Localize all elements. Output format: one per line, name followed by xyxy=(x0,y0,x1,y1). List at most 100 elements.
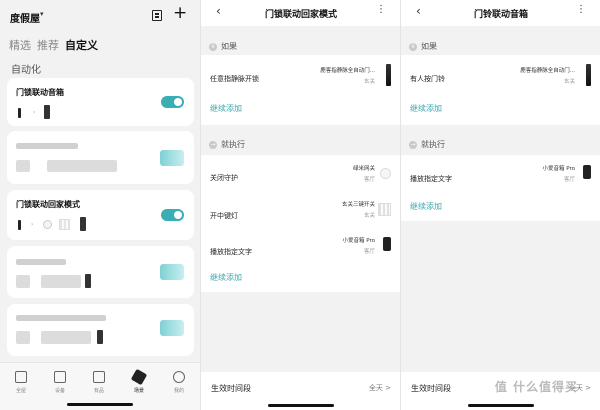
home-header: 度假屋 ▾ + xyxy=(0,0,200,30)
then-heading: → 就执行 xyxy=(409,139,445,150)
action-label: 播放指定文字 xyxy=(410,175,452,183)
action-label: 开中键灯 xyxy=(210,212,238,220)
action-room: 客厅 xyxy=(363,177,375,183)
automation-title: 门锁联动音箱 xyxy=(16,88,64,97)
then-label: 就执行 xyxy=(221,140,245,149)
action-room: 客厅 xyxy=(563,177,575,183)
automation-toggle[interactable] xyxy=(161,96,184,108)
action-device: 小爱音箱 Pro xyxy=(542,166,575,172)
blurred-device xyxy=(47,160,117,172)
scene-header: ‹ 门铃联动音箱 ⋮ xyxy=(401,0,600,26)
automation-toggle[interactable] xyxy=(161,209,184,221)
lock-device-icon xyxy=(18,108,21,118)
action-device: 小爱音箱 Pro xyxy=(342,238,375,244)
action-icon: → xyxy=(209,140,217,149)
watermark: 值 什么值得买 xyxy=(494,380,578,394)
scene-detail-panel: ‹ 门锁联动回家模式 ⋮ ii 如果 任意指静脉开锁 鹿客指静脉全自动门... … xyxy=(200,0,400,410)
home-name[interactable]: 度假屋 xyxy=(10,10,40,25)
home-switch-caret-icon[interactable]: ▾ xyxy=(40,10,44,18)
add-condition-button[interactable]: 继续添加 xyxy=(410,103,442,114)
automation-card[interactable] xyxy=(7,304,194,356)
tab-custom[interactable]: 自定义 xyxy=(65,37,98,53)
arrow-icon: › xyxy=(31,221,34,228)
speaker-device-icon xyxy=(97,330,103,344)
add-condition-button[interactable]: 继续添加 xyxy=(210,103,242,114)
scene-title: 门锁联动回家模式 xyxy=(264,10,337,20)
action-room: 客厅 xyxy=(363,249,375,255)
gateway-device-icon xyxy=(43,220,52,229)
device-icon xyxy=(54,371,66,383)
action-label: 播放指定文字 xyxy=(210,248,252,256)
nav-youpin[interactable]: 有品 xyxy=(84,371,114,394)
nav-label: 我的 xyxy=(173,388,184,394)
tab-recommended[interactable]: 推荐 xyxy=(37,37,59,53)
home-indicator xyxy=(468,404,534,407)
action-row[interactable]: 播放指定文字 小爱音箱 Pro 客厅 xyxy=(201,229,400,265)
add-action-button[interactable]: 继续添加 xyxy=(210,272,242,283)
home-panel: 度假屋 ▾ + 精选 推荐 自定义 自动化 门锁联动音箱 › 门锁联动回家模式 … xyxy=(0,0,200,410)
action-room: 玄关 xyxy=(363,213,375,219)
condition-room: 玄关 xyxy=(363,79,375,85)
nav-label: 设备 xyxy=(54,388,65,394)
effective-time-label: 生效时间段 xyxy=(411,384,451,393)
automation-toggle[interactable] xyxy=(160,150,184,166)
speaker-device-icon xyxy=(80,217,86,231)
more-icon[interactable]: ⋮ xyxy=(576,4,586,15)
automation-toggle[interactable] xyxy=(160,264,184,280)
scene-title: 门铃联动音箱 xyxy=(473,10,528,20)
then-card: 关闭守护 绿米网关 客厅 开中键灯 玄关三键开关 玄关 播放指定文字 小爱音箱 … xyxy=(201,155,400,292)
automation-title: 门锁联动回家模式 xyxy=(16,200,80,209)
bottom-nav: 全屋 设备 有品 场景 我的 xyxy=(0,362,200,410)
add-action-button[interactable]: 继续添加 xyxy=(410,201,442,212)
gateway-device-icon xyxy=(380,168,391,179)
effective-time-row[interactable]: 生效时间段 全天 > xyxy=(201,372,400,410)
blurred-device xyxy=(16,331,30,344)
scene-detail-panel: ‹ 门铃联动音箱 ⋮ ii 如果 有人按门铃 鹿客指静脉全自动门... 玄关 继… xyxy=(400,0,600,410)
add-icon[interactable]: + xyxy=(173,5,187,22)
speaker-device-icon xyxy=(583,165,591,179)
arrow-icon: › xyxy=(33,109,36,116)
home-icon xyxy=(15,371,27,383)
condition-icon: ii xyxy=(409,42,417,51)
nav-home[interactable]: 全屋 xyxy=(6,371,36,394)
automation-card[interactable]: 门锁联动音箱 › xyxy=(7,78,194,126)
action-device: 绿米网关 xyxy=(352,166,375,172)
if-label: 如果 xyxy=(421,42,437,51)
then-heading: → 就执行 xyxy=(209,139,245,150)
condition-room: 玄关 xyxy=(563,79,575,85)
automation-card[interactable]: 门锁联动回家模式 › xyxy=(7,190,194,240)
blurred-title xyxy=(16,259,66,265)
automation-card[interactable] xyxy=(7,131,194,184)
blurred-device xyxy=(16,160,30,172)
condition-row[interactable]: 有人按门铃 鹿客指静脉全自动门... 玄关 xyxy=(401,55,600,101)
nav-label: 场景 xyxy=(133,388,144,394)
blurred-title xyxy=(16,143,78,149)
effective-time-label: 生效时间段 xyxy=(211,384,251,393)
condition-device: 鹿客指静脉全自动门... xyxy=(520,68,575,74)
action-row[interactable]: 播放指定文字 小爱音箱 Pro 客厅 xyxy=(401,155,600,195)
lock-device-icon xyxy=(18,220,21,230)
nav-profile[interactable]: 我的 xyxy=(164,371,194,394)
log-icon[interactable] xyxy=(152,10,162,21)
automation-toggle[interactable] xyxy=(160,320,184,336)
if-card: 任意指静脉开锁 鹿客指静脉全自动门... 玄关 继续添加 xyxy=(201,55,400,125)
condition-row[interactable]: 任意指静脉开锁 鹿客指静脉全自动门... 玄关 xyxy=(201,55,400,101)
action-row[interactable]: 开中键灯 玄关三键开关 玄关 xyxy=(201,193,400,229)
action-device: 玄关三键开关 xyxy=(341,202,375,208)
switch-device-icon xyxy=(59,219,70,230)
more-icon[interactable]: ⋮ xyxy=(376,4,386,15)
if-card: 有人按门铃 鹿客指静脉全自动门... 玄关 继续添加 xyxy=(401,55,600,125)
scene-icon xyxy=(130,368,148,386)
tab-featured[interactable]: 精选 xyxy=(9,37,31,53)
lock-device-icon xyxy=(386,64,391,86)
nav-label: 全屋 xyxy=(15,388,26,394)
nav-scenes[interactable]: 场景 xyxy=(124,368,154,394)
automation-card[interactable] xyxy=(7,246,194,298)
condition-label: 任意指静脉开锁 xyxy=(210,75,259,83)
lock-device-icon xyxy=(586,64,591,86)
automation-heading: 自动化 xyxy=(11,65,41,76)
effective-time-value: 全天 > xyxy=(368,384,391,392)
condition-device: 鹿客指静脉全自动门... xyxy=(320,68,375,74)
action-row[interactable]: 关闭守护 绿米网关 客厅 xyxy=(201,155,400,193)
nav-devices[interactable]: 设备 xyxy=(45,371,75,394)
